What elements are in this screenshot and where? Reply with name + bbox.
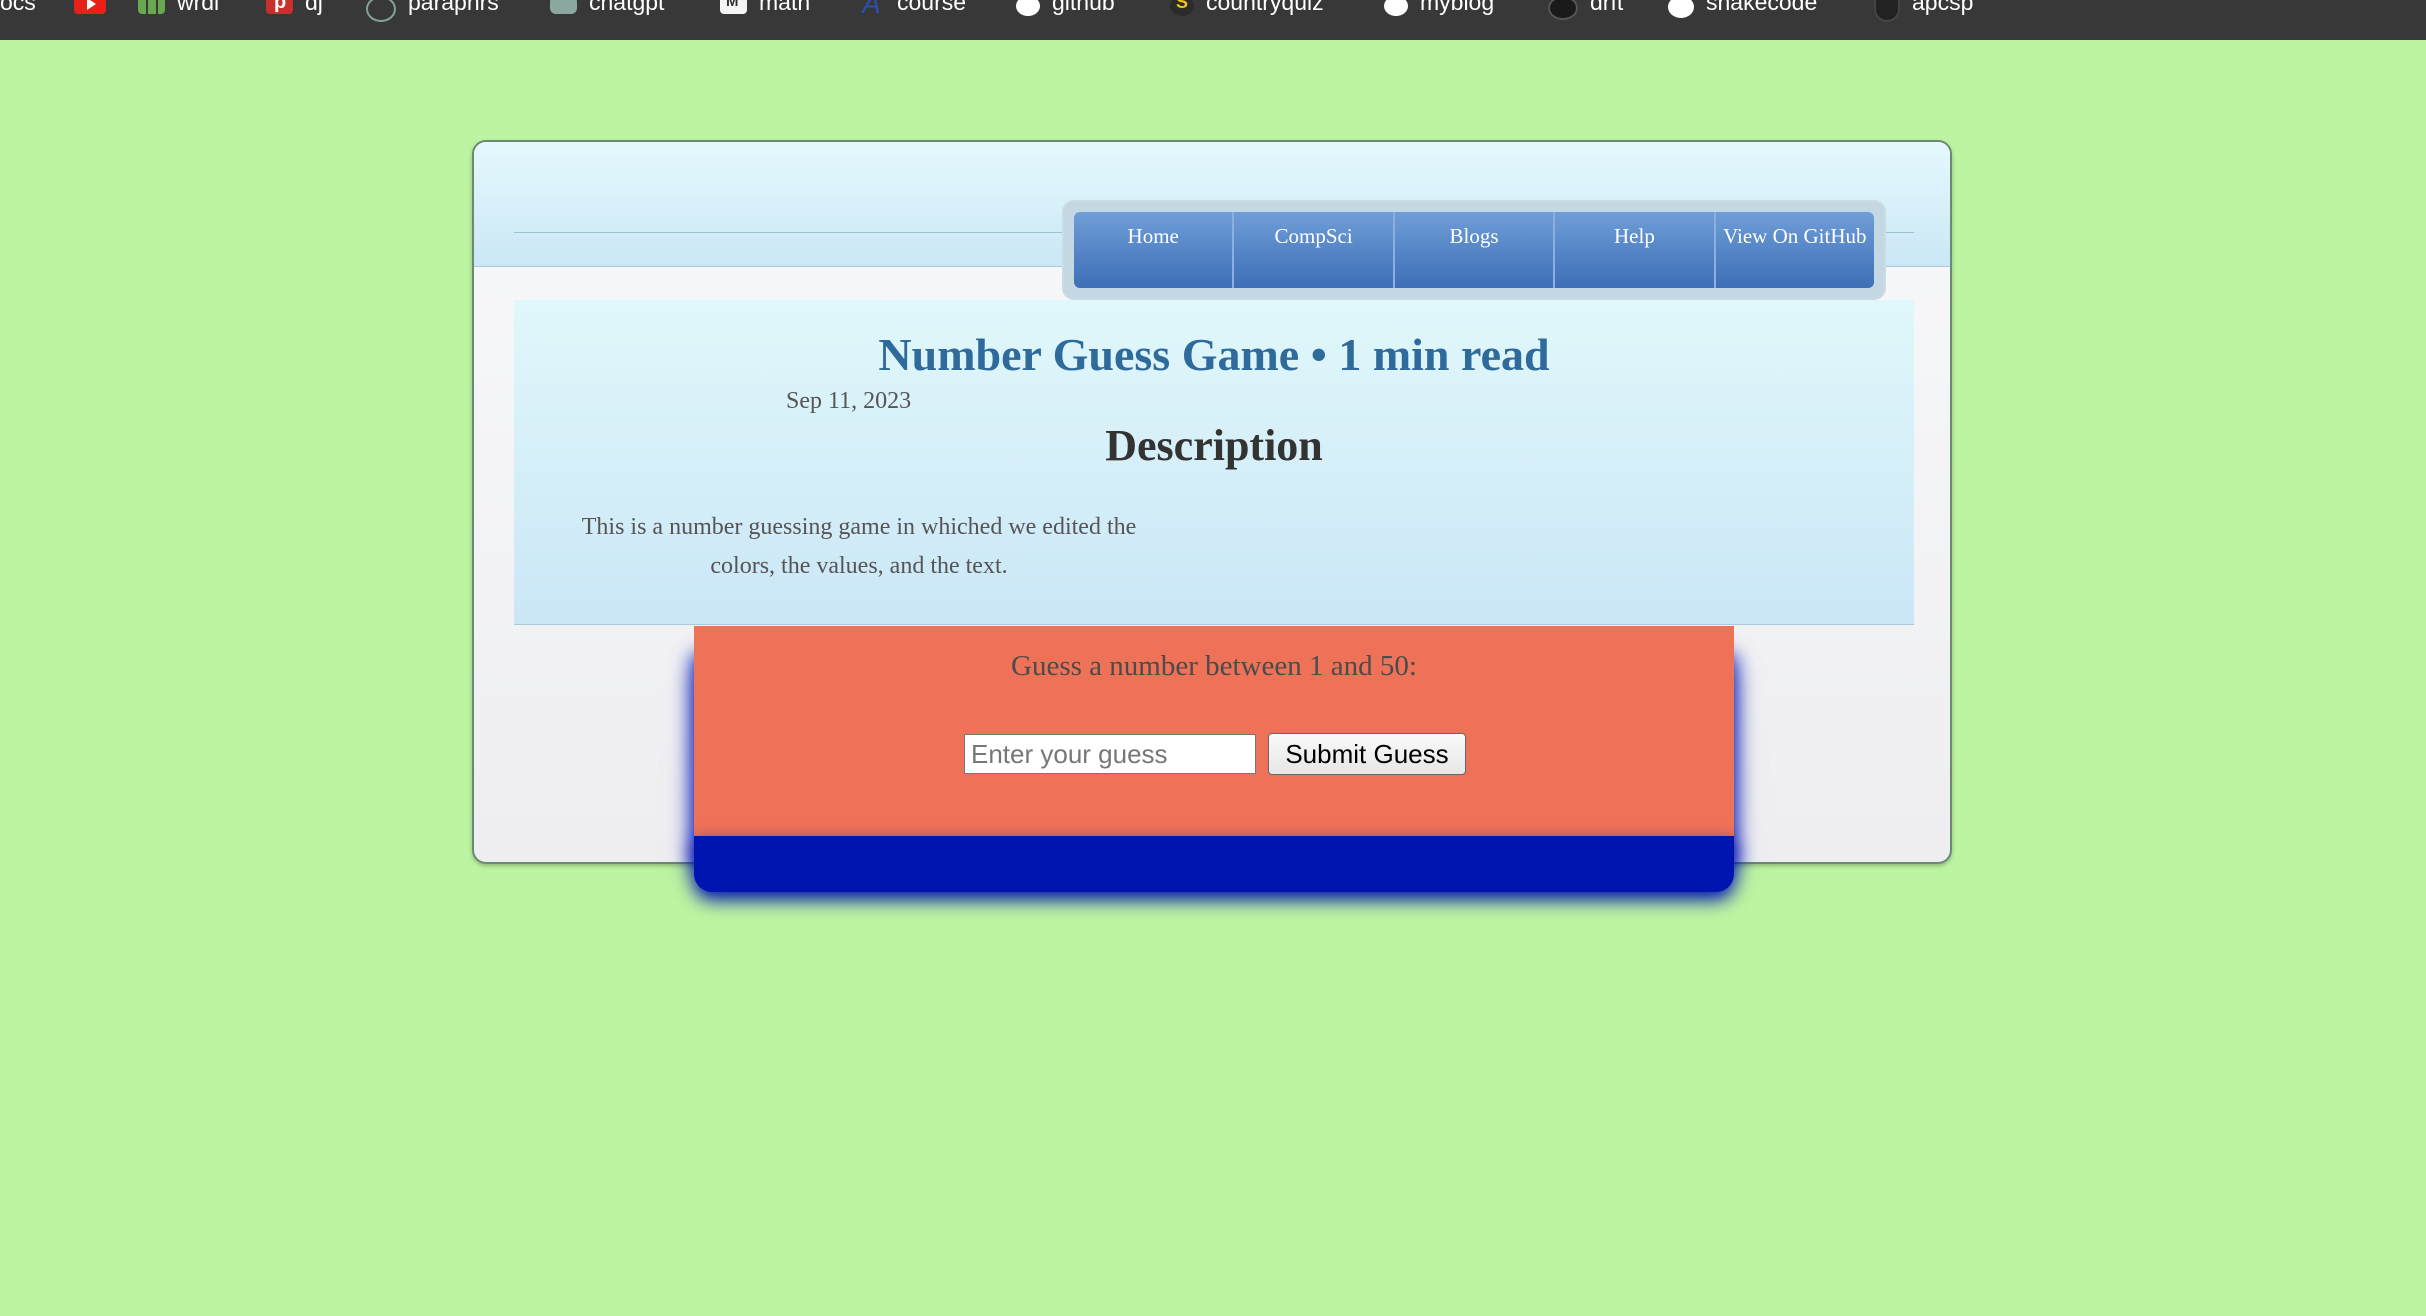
bookmark-course[interactable]: course	[858, 0, 966, 40]
nav-compsci[interactable]: CompSci	[1234, 212, 1395, 288]
nav-help[interactable]: Help	[1555, 212, 1716, 288]
section-heading: Description	[1105, 421, 1323, 470]
bookmark-math[interactable]: math	[720, 0, 810, 40]
post-content: Number Guess Game • 1 min read Sep 11, 2…	[514, 300, 1914, 625]
p-icon	[266, 0, 293, 14]
bookmark-label: myblog	[1420, 0, 1495, 15]
bookmark-drft[interactable]: drft	[1548, 0, 1623, 40]
paraphrase-icon	[366, 0, 396, 22]
bookmark-chatgpt[interactable]: chatgpt	[550, 0, 664, 40]
bookmark-label: dj	[305, 0, 323, 15]
submit-guess-button[interactable]: Submit Guess	[1268, 733, 1466, 775]
nav-home[interactable]: Home	[1074, 212, 1235, 288]
course-icon	[858, 0, 885, 20]
bookmark-label: math	[759, 0, 811, 15]
bookmark-label: snakecode	[1706, 0, 1818, 15]
globe-icon	[1384, 0, 1408, 16]
nav-bar: Home CompSci Blogs Help View On GitHub	[1074, 212, 1874, 288]
bookmark-label: chatgpt	[589, 0, 665, 15]
bookmark-github[interactable]: github	[1016, 0, 1115, 40]
bookmark-countryquiz[interactable]: countryquiz	[1170, 0, 1324, 40]
game-prompt: Guess a number between 1 and 50:	[1011, 650, 1417, 682]
nav-blogs[interactable]: Blogs	[1395, 212, 1556, 288]
bookmark-apcsp[interactable]: apcsp	[1874, 0, 1973, 40]
bookmark-label: paraphrs	[408, 0, 499, 15]
bookmark-paraphrs[interactable]: paraphrs	[366, 0, 499, 40]
page-card: Home CompSci Blogs Help View On GitHub N…	[472, 140, 1952, 864]
bookmark-ocs[interactable]: ocs	[0, 0, 36, 40]
bookmark-snakecode[interactable]: snakecode	[1668, 0, 1817, 40]
github-icon	[1668, 0, 1694, 18]
bookmark-label: ocs	[0, 0, 36, 15]
drft-icon	[1548, 0, 1578, 20]
chatgpt-icon	[550, 0, 577, 14]
bookmark-label: github	[1052, 0, 1115, 15]
post-date: Sep 11, 2023	[786, 388, 912, 414]
grid-icon	[138, 0, 165, 14]
bookmark-dj[interactable]: dj	[266, 0, 323, 40]
site-nav: Home CompSci Blogs Help View On GitHub	[1064, 202, 1884, 298]
bookmark-label: drft	[1590, 0, 1624, 15]
bookmark-myblog[interactable]: myblog	[1384, 0, 1494, 40]
guess-game-box: Guess a number between 1 and 50: Submit …	[694, 626, 1734, 836]
ml-icon	[720, 0, 747, 14]
bookmarks-bar: ocs wrdl dj paraphrs chatgpt math course…	[0, 0, 2426, 40]
countryquiz-icon	[1170, 0, 1194, 16]
globe-icon	[1016, 0, 1040, 16]
guess-input[interactable]	[964, 734, 1256, 774]
bookmark-label: apcsp	[1912, 0, 1974, 15]
post-description: This is a number guessing game in whiche…	[581, 514, 1137, 579]
post-title: Number Guess Game • 1 min read	[878, 329, 1550, 380]
shield-icon	[1874, 0, 1900, 22]
bookmark-label: course	[897, 0, 967, 15]
bookmark-label: countryquiz	[1206, 0, 1324, 15]
bookmark-label: wrdl	[177, 0, 220, 15]
nav-view-on-github[interactable]: View On GitHub	[1716, 212, 1874, 288]
bookmark-youtube[interactable]	[74, 0, 106, 40]
youtube-icon	[74, 0, 106, 14]
bookmark-wrdl[interactable]: wrdl	[138, 0, 219, 40]
